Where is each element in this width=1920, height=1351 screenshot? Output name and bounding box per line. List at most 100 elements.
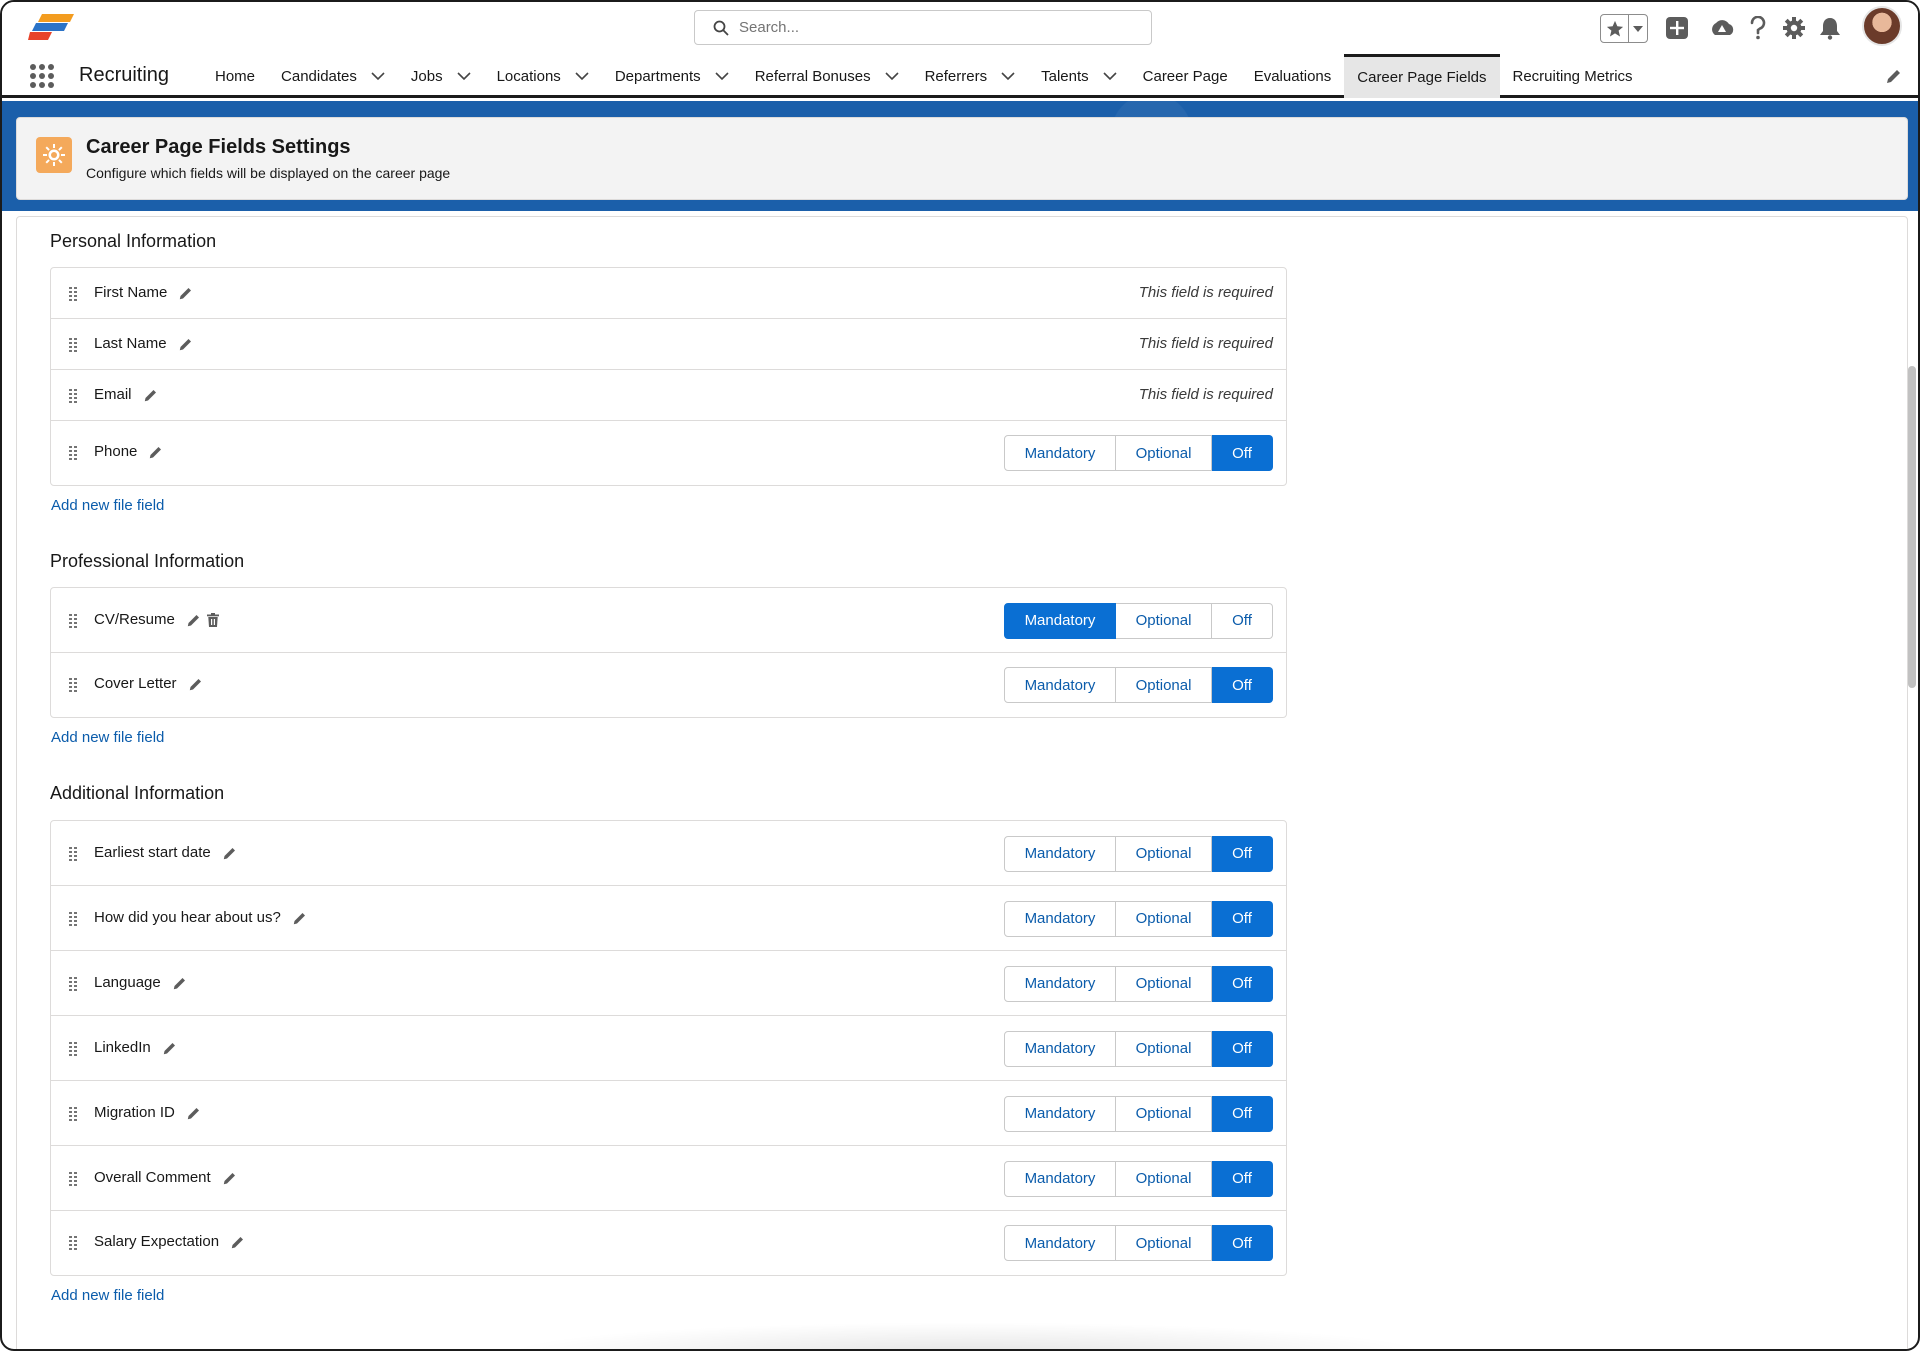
- nav-tab-evaluations[interactable]: Evaluations: [1241, 54, 1345, 98]
- off-button[interactable]: Off: [1212, 1160, 1273, 1197]
- optional-button[interactable]: Optional: [1116, 1225, 1212, 1261]
- off-button[interactable]: Off: [1212, 1225, 1273, 1261]
- mandatory-button[interactable]: Mandatory: [1004, 1225, 1116, 1261]
- optional-button[interactable]: Optional: [1116, 965, 1212, 1002]
- off-button[interactable]: Off: [1212, 1095, 1273, 1132]
- off-button[interactable]: Off: [1212, 1030, 1273, 1067]
- edit-pencil-icon[interactable]: [149, 445, 163, 459]
- optional-button[interactable]: Optional: [1116, 900, 1212, 937]
- optional-button[interactable]: Optional: [1116, 835, 1212, 872]
- off-button[interactable]: Off: [1212, 667, 1273, 703]
- setup-gear-icon[interactable]: [1780, 14, 1808, 42]
- mandatory-button[interactable]: Mandatory: [1004, 835, 1116, 872]
- off-button[interactable]: Off: [1212, 602, 1273, 639]
- edit-pencil-icon[interactable]: [223, 846, 237, 860]
- mandatory-button[interactable]: Mandatory: [1004, 1030, 1116, 1067]
- optional-button[interactable]: Optional: [1116, 602, 1212, 639]
- add-new-file-field-link[interactable]: Add new file field: [51, 497, 164, 514]
- nav-tab-departments[interactable]: Departments: [602, 54, 742, 98]
- chevron-down-icon[interactable]: [457, 71, 471, 81]
- chevron-down-icon[interactable]: [575, 71, 589, 81]
- drag-handle-icon[interactable]: [69, 446, 77, 460]
- edit-pencil-icon[interactable]: [189, 677, 203, 691]
- field-label: CV/Resume: [94, 610, 175, 628]
- edit-pencil-icon[interactable]: [231, 1235, 245, 1249]
- help-icon[interactable]: [1744, 14, 1772, 42]
- edit-nav-pencil-icon[interactable]: [1886, 68, 1902, 84]
- edit-pencil-icon[interactable]: [163, 1041, 177, 1055]
- visibility-toggle-group: Mandatory Optional Off: [1004, 900, 1273, 937]
- chevron-down-icon[interactable]: [1103, 71, 1117, 81]
- drag-handle-icon[interactable]: [69, 613, 77, 628]
- edit-pencil-icon[interactable]: [293, 911, 307, 925]
- optional-button[interactable]: Optional: [1116, 667, 1212, 703]
- drag-handle-icon[interactable]: [69, 976, 77, 991]
- trailhead-icon[interactable]: [1708, 14, 1736, 42]
- edit-pencil-icon[interactable]: [144, 388, 158, 402]
- drag-handle-icon[interactable]: [69, 1041, 77, 1056]
- nav-tab-label: Referrers: [924, 67, 988, 85]
- global-search[interactable]: [694, 10, 1152, 45]
- mandatory-button[interactable]: Mandatory: [1004, 965, 1116, 1002]
- edit-pencil-icon[interactable]: [173, 976, 187, 990]
- off-button[interactable]: Off: [1212, 900, 1273, 937]
- nav-tab-recruiting-metrics[interactable]: Recruiting Metrics: [1500, 54, 1646, 98]
- search-input[interactable]: [739, 19, 1119, 36]
- off-button[interactable]: Off: [1212, 435, 1273, 471]
- mandatory-button[interactable]: Mandatory: [1004, 602, 1116, 639]
- favorites-button-group[interactable]: [1600, 14, 1648, 43]
- chevron-down-icon[interactable]: [1001, 71, 1015, 81]
- field-label: Salary Expectation: [94, 1233, 220, 1250]
- nav-tab-candidates[interactable]: Candidates: [268, 54, 398, 98]
- drag-handle-icon[interactable]: [69, 286, 77, 301]
- nav-tab-career-page[interactable]: Career Page: [1130, 54, 1241, 98]
- mandatory-button[interactable]: Mandatory: [1004, 900, 1116, 937]
- drag-handle-icon[interactable]: [69, 678, 77, 692]
- off-button[interactable]: Off: [1212, 835, 1273, 872]
- add-new-file-field-link[interactable]: Add new file field: [51, 729, 164, 746]
- drag-handle-icon[interactable]: [69, 1106, 77, 1121]
- edit-pencil-icon[interactable]: [223, 1171, 237, 1185]
- notifications-bell-icon[interactable]: [1816, 14, 1844, 42]
- nav-tab-jobs[interactable]: Jobs: [398, 54, 484, 98]
- nav-tab-career-page-fields[interactable]: Career Page Fields: [1344, 54, 1500, 98]
- edit-pencil-icon[interactable]: [179, 337, 193, 351]
- optional-button[interactable]: Optional: [1116, 1030, 1212, 1067]
- page-scrollbar[interactable]: [1908, 366, 1916, 688]
- field-name: Overall Comment: [94, 1169, 237, 1186]
- mandatory-button[interactable]: Mandatory: [1004, 667, 1116, 703]
- off-button[interactable]: Off: [1212, 965, 1273, 1002]
- edit-pencil-icon[interactable]: [187, 613, 201, 627]
- nav-tab-home[interactable]: Home: [202, 54, 268, 98]
- delete-trash-icon[interactable]: [206, 612, 219, 627]
- nav-tab-referral-bonuses[interactable]: Referral Bonuses: [742, 54, 912, 98]
- favorites-caret-icon[interactable]: [1629, 25, 1647, 32]
- favorites-star-icon[interactable]: [1601, 15, 1629, 42]
- nav-tab-referrers[interactable]: Referrers: [912, 54, 1029, 98]
- edit-pencil-icon[interactable]: [179, 286, 193, 300]
- drag-handle-icon[interactable]: [69, 911, 77, 926]
- optional-button[interactable]: Optional: [1116, 435, 1212, 471]
- drag-handle-icon[interactable]: [69, 846, 77, 861]
- chevron-down-icon[interactable]: [371, 71, 385, 81]
- drag-handle-icon[interactable]: [69, 1236, 77, 1250]
- mandatory-button[interactable]: Mandatory: [1004, 435, 1116, 471]
- user-avatar[interactable]: [1862, 6, 1902, 46]
- nav-tab-talents[interactable]: Talents: [1028, 54, 1130, 98]
- app-launcher-icon[interactable]: [30, 64, 54, 88]
- drag-handle-icon[interactable]: [69, 388, 77, 403]
- optional-button[interactable]: Optional: [1116, 1095, 1212, 1132]
- drag-handle-icon[interactable]: [69, 337, 77, 352]
- edit-pencil-icon[interactable]: [187, 1106, 201, 1120]
- mandatory-button[interactable]: Mandatory: [1004, 1160, 1116, 1197]
- nav-tab-locations[interactable]: Locations: [484, 54, 602, 98]
- global-add-icon[interactable]: [1663, 14, 1691, 42]
- app-logo-icon[interactable]: [28, 12, 76, 42]
- add-new-file-field-link[interactable]: Add new file field: [51, 1287, 164, 1304]
- mandatory-button[interactable]: Mandatory: [1004, 1095, 1116, 1132]
- drag-handle-icon[interactable]: [69, 1171, 77, 1186]
- chevron-down-icon[interactable]: [885, 71, 899, 81]
- chevron-down-icon[interactable]: [715, 71, 729, 81]
- page-title: Career Page Fields Settings: [86, 136, 351, 158]
- optional-button[interactable]: Optional: [1116, 1160, 1212, 1197]
